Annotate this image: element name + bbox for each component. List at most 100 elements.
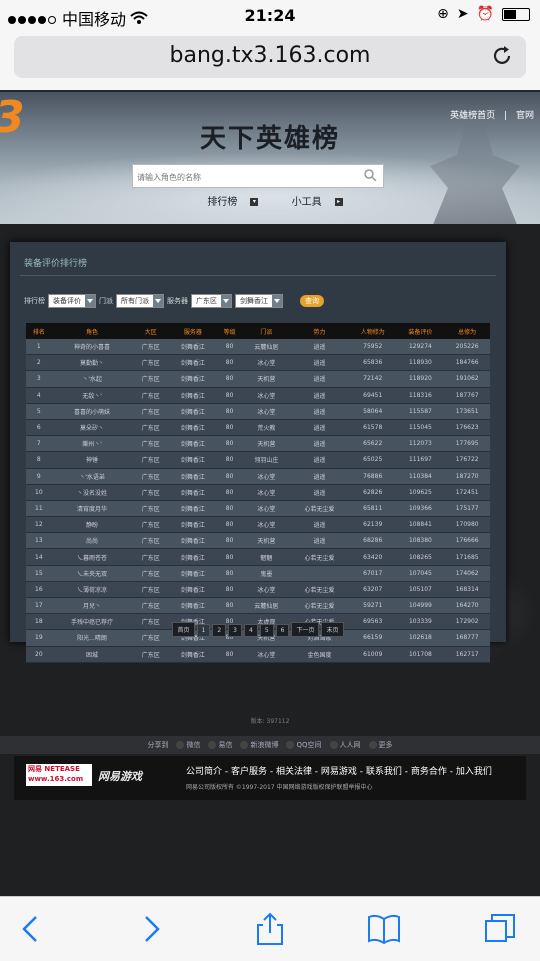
filter-bar: 排行榜 装备评价 门派 所有门派 服务器 广东区 剑舞香江 查询: [24, 294, 324, 308]
page-link[interactable]: 4: [243, 624, 258, 637]
table-cell: 118930: [396, 354, 445, 372]
share-item[interactable]: 微信: [176, 740, 200, 750]
table-cell: 12: [26, 516, 52, 534]
table-cell: 164270: [444, 597, 490, 615]
share-item-label: 微信: [186, 741, 201, 749]
reload-icon[interactable]: [490, 44, 514, 68]
table-cell: 冰心堂: [242, 581, 291, 599]
table-cell: 10: [26, 484, 52, 501]
page-link[interactable]: 3: [228, 624, 242, 637]
table-cell: 冰心堂: [242, 387, 291, 404]
table-cell: 乀暮雨苍苍: [51, 548, 133, 566]
page-link[interactable]: 6: [275, 624, 290, 637]
table-cell: 广东区: [132, 516, 170, 534]
table-cell: 逍遥: [290, 451, 349, 469]
link-official[interactable]: 官网: [516, 111, 534, 121]
table-cell: 80: [216, 516, 243, 534]
school-select[interactable]: 所有门派: [116, 294, 164, 308]
table-row[interactable]: 13 尚尚 广东区 剑舞香江 80 天机营 逍遥 68286 108380 176666: [26, 532, 490, 550]
page-link[interactable]: 5: [259, 624, 274, 637]
table-row[interactable]: 3 丶'水起 广东区 剑舞香江 80 天机营 逍遥 72142 118920 191062: [26, 370, 490, 388]
rank-select-value: 装备评价: [53, 297, 81, 305]
table-cell: 广东区: [132, 548, 170, 566]
link-home[interactable]: 英雄榜首页: [450, 111, 495, 121]
table-cell: 15: [26, 565, 52, 582]
table-row[interactable]: 7 樂州丶' 广东区 剑舞香江 80 天机营 逍遥 65622 112073 177695: [26, 435, 490, 453]
table-cell: 162717: [444, 646, 490, 663]
tabs-icon[interactable]: [482, 911, 518, 947]
table-row[interactable]: 12 静盼 广东区 剑舞香江 80 冰心堂 逍遥 62139 108841 170980: [26, 516, 490, 534]
table-cell: 108265: [396, 548, 445, 566]
table-cell: 剑舞香江: [169, 370, 217, 388]
forward-icon[interactable]: [132, 911, 168, 947]
table-cell: 丶'水语弟: [51, 468, 133, 485]
footer-links[interactable]: 公司简介 - 客户服务 - 相关法律 - 网易游戏 - 联系我们 - 商务合作 …: [186, 764, 492, 777]
share-icon[interactable]: [252, 911, 288, 947]
search-input[interactable]: [133, 167, 351, 188]
table-row[interactable]: 14 乀暮雨苍苍 广东区 剑舞香江 80 魍魉 心若无尘爱 63420 108265 171685: [26, 548, 490, 566]
table-row[interactable]: 1 神奇的小喜喜 广东区 剑舞香江 80 云麓仙居 逍遥 75952 129274 205226: [26, 339, 490, 356]
nav-rankings[interactable]: 排行榜 ▾: [197, 197, 259, 208]
table-row[interactable]: 16 乀薄荷凉凉 广东区 剑舞香江 80 冰心堂 心若无尘爱 63207 105107 16831…: [26, 581, 490, 599]
page-link[interactable]: 1: [196, 624, 211, 637]
table-row[interactable]: 20 困城 广东区 剑舞香江 80 冰心堂 金色国度 61009 101708 162717: [26, 646, 490, 663]
table-cell: 168314: [444, 581, 490, 599]
netease-logo[interactable]: 网易 NETEASE www.163.com: [26, 764, 92, 786]
table-row[interactable]: 10 丶没名没姓 广东区 剑舞香江 80 冰心堂 逍遥 62826 109625 172451: [26, 484, 490, 501]
share-item[interactable]: 易信: [208, 740, 232, 750]
table-row[interactable]: 5 喜喜的小萌妹 广东区 剑舞香江 80 冰心堂 逍遥 58064 115587 173651: [26, 403, 490, 420]
browser-toolbar: [0, 896, 540, 961]
table-row[interactable]: 6 莫朵矽丶 广东区 剑舞香江 80 荒火教 逍遥 61578 115045 176623: [26, 419, 490, 437]
share-icon: [240, 741, 249, 749]
table-row[interactable]: 2 莫勤勤丶 广东区 剑舞香江 80 冰心堂 逍遥 65836 118930 184766: [26, 354, 490, 372]
table-cell: 剑舞香江: [169, 403, 217, 420]
table-row[interactable]: 8 神锤 广东区 剑舞香江 80 翎羽山庄 逍遥 65025 111697 176722: [26, 451, 490, 469]
table-row[interactable]: 17 月兒丶 广东区 剑舞香江 80 云麓仙居 心若无尘爱 59271 104999 164270: [26, 597, 490, 615]
region-select[interactable]: 广东区: [191, 294, 232, 308]
search-icon[interactable]: [363, 168, 377, 182]
table-cell: 逍遥: [290, 354, 349, 372]
table-cell: 逍遥: [290, 419, 349, 437]
table-cell: 72142: [348, 370, 397, 388]
share-item[interactable]: QQ空间: [286, 740, 322, 750]
table-cell: 剑舞香江: [169, 354, 217, 372]
share-item[interactable]: 更多: [368, 740, 393, 750]
table-cell: 65622: [348, 435, 397, 453]
table-cell: 118316: [396, 387, 445, 404]
table-cell: 樂州丶': [51, 435, 133, 453]
table-row[interactable]: 4 无敌丶' 广东区 剑舞香江 80 冰心堂 逍遥 69451 118316 187767: [26, 387, 490, 404]
table-cell: 逍遥: [290, 435, 349, 453]
rank-select[interactable]: 装备评价: [48, 294, 96, 308]
netease-games-logo[interactable]: 网易游戏: [98, 768, 142, 784]
bookmarks-icon[interactable]: [366, 911, 402, 947]
table-cell: 剑舞香江: [169, 500, 217, 518]
table-row[interactable]: 9 丶'水语弟 广东区 剑舞香江 80 冰心堂 逍遥 76886 110384 187270: [26, 468, 490, 485]
page-link[interactable]: 下一页: [291, 622, 320, 637]
share-item[interactable]: 人人网: [329, 740, 361, 750]
status-bar: 中国移动 21:24 ⊕ ➤ ⏰: [0, 0, 540, 32]
server-select[interactable]: 剑舞香江: [235, 294, 283, 308]
table-cell: 63420: [348, 548, 397, 566]
back-icon[interactable]: [14, 911, 50, 947]
table-cell: 冰心堂: [242, 403, 291, 420]
page-link[interactable]: 末页: [321, 622, 344, 637]
table-cell: 乀未央无双: [51, 565, 133, 582]
table-cell: 191062: [444, 370, 490, 388]
table-cell: 7: [26, 435, 52, 453]
url-field[interactable]: bang.tx3.163.com: [14, 36, 526, 78]
table-cell: [290, 565, 349, 582]
table-row[interactable]: 11 清宵度月华 广东区 剑舞香江 80 冰心堂 心若无尘爱 65811 109366 17517…: [26, 500, 490, 518]
table-cell: 广东区: [132, 468, 170, 485]
table-cell: 逍遥: [290, 468, 349, 485]
query-button[interactable]: 查询: [300, 295, 324, 307]
page-link[interactable]: 首页: [172, 622, 195, 637]
table-cell: 冰心堂: [242, 646, 291, 663]
share-item[interactable]: 新浪微博: [240, 740, 278, 750]
table-row[interactable]: 15 乀未央无双 广东区 剑舞香江 80 鬼墨 67017 107045 174062: [26, 565, 490, 582]
nav-rankings-label: 排行榜: [207, 197, 238, 208]
table-cell: 剑舞香江: [169, 532, 217, 550]
table-cell: 110384: [396, 468, 445, 485]
table-cell: 11: [26, 500, 52, 518]
nav-tools[interactable]: 小工具 ▸: [282, 197, 343, 208]
page-link[interactable]: 2: [212, 624, 227, 637]
